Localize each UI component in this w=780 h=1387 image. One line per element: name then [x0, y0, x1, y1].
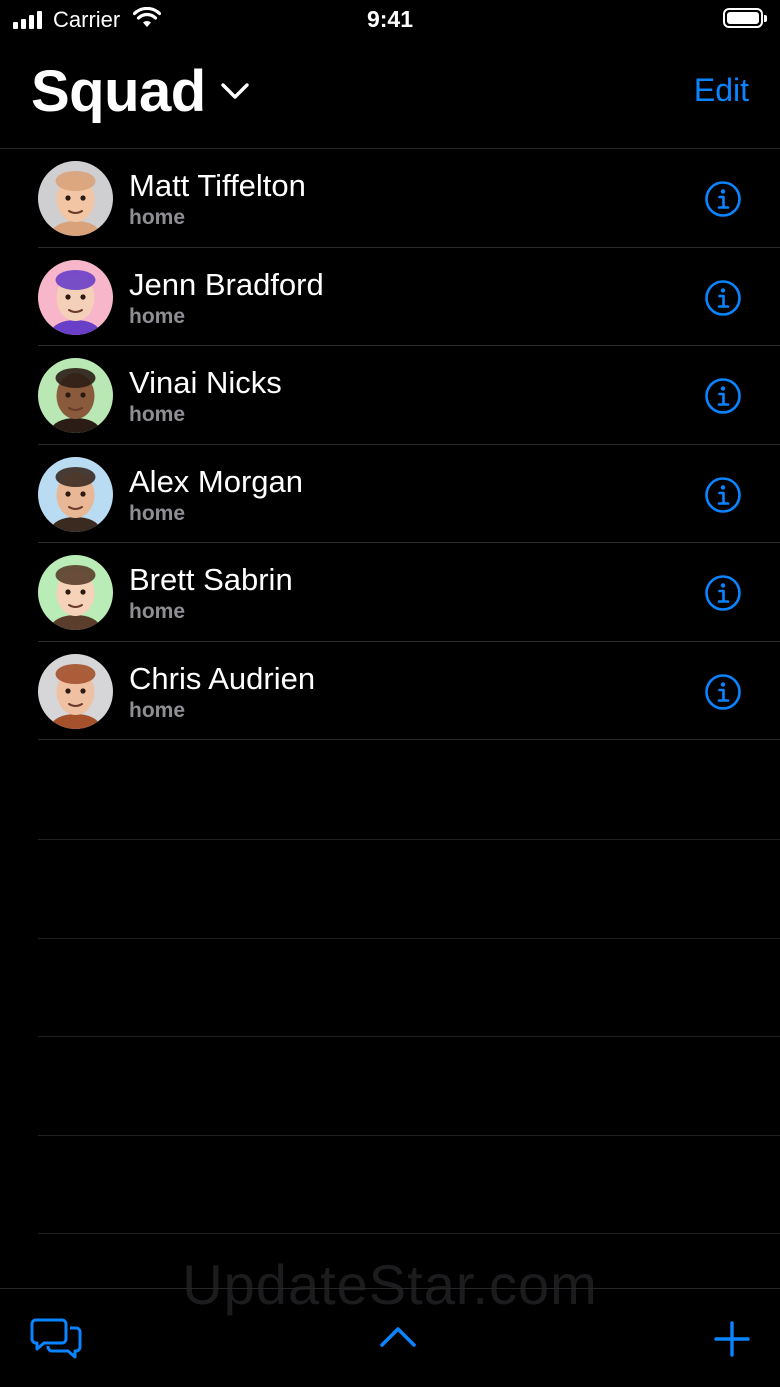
empty-row-divider: [38, 938, 780, 939]
contact-label: home: [129, 403, 186, 426]
status-bar: Carrier 9:41: [0, 0, 780, 40]
contact-row[interactable]: Vinai Nicks home: [0, 346, 780, 445]
info-circle-icon[interactable]: [704, 476, 742, 514]
edit-button[interactable]: Edit: [694, 72, 749, 109]
contact-name: Chris Audrien: [129, 660, 316, 696]
info-circle-icon[interactable]: [704, 377, 742, 415]
info-circle-icon[interactable]: [704, 180, 742, 218]
contact-name: Brett Sabrin: [129, 562, 293, 597]
info-circle-icon[interactable]: [704, 574, 742, 612]
contact-label: home: [129, 698, 186, 722]
contact-name: Alex Morgan: [129, 463, 304, 499]
toolbar-divider: [0, 1288, 780, 1289]
contact-label: home: [129, 600, 186, 623]
chevron-down-icon[interactable]: [218, 79, 252, 103]
avatar: [38, 161, 113, 236]
messages-icon[interactable]: [30, 1317, 82, 1359]
info-circle-icon[interactable]: [704, 673, 742, 711]
contact-name: Vinai Nicks: [129, 365, 282, 400]
contact-label: home: [129, 304, 186, 328]
row-divider: [38, 739, 780, 740]
contact-row[interactable]: Chris Audrien home: [0, 642, 780, 740]
contact-row[interactable]: Alex Morgan home: [0, 445, 780, 543]
avatar: [38, 555, 113, 630]
battery-icon: [723, 8, 767, 28]
contact-name: Matt Tiffelton: [129, 168, 306, 203]
empty-row-divider: [38, 1135, 780, 1136]
contact-list: Matt Tiffelton home Jenn Bradford home Vinai…: [0, 149, 780, 740]
avatar: [38, 259, 113, 335]
contact-name: Jenn Bradford: [129, 266, 324, 302]
contact-row[interactable]: Jenn Bradford home: [0, 248, 780, 346]
plus-icon[interactable]: [713, 1320, 751, 1358]
empty-row-divider: [38, 1036, 780, 1037]
info-circle-icon[interactable]: [704, 279, 742, 317]
contact-row[interactable]: Matt Tiffelton home: [0, 149, 780, 248]
avatar: [38, 653, 113, 729]
contact-label: home: [129, 501, 186, 525]
chevron-up-icon[interactable]: [378, 1324, 418, 1350]
watermark: UpdateStar.com: [182, 1253, 598, 1316]
contact-label: home: [129, 206, 186, 229]
contact-row[interactable]: Brett Sabrin home: [0, 543, 780, 642]
empty-row-divider: [38, 1233, 780, 1234]
avatar: [38, 456, 113, 532]
status-clock: 9:41: [366, 6, 414, 32]
page-title[interactable]: Squad: [31, 58, 206, 125]
empty-row-divider: [38, 839, 780, 840]
avatar: [38, 358, 113, 433]
